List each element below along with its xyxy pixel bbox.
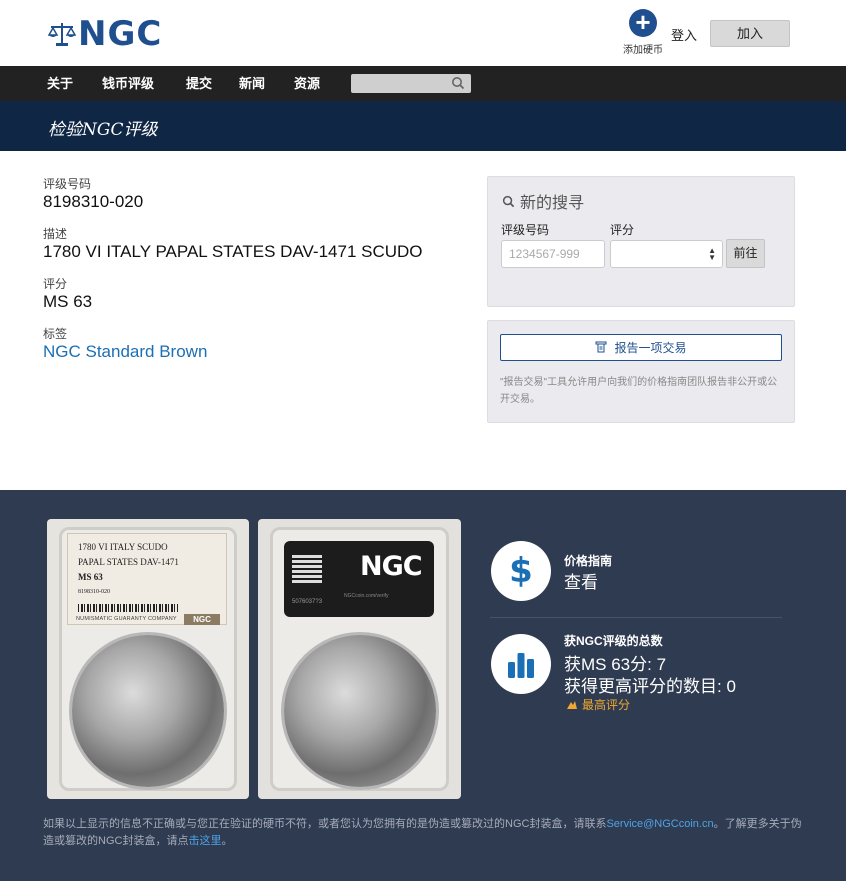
login-link[interactable]: 登入 [671, 25, 697, 44]
dollar-icon: $ [491, 541, 551, 601]
price-guide-link[interactable]: 查看 [564, 568, 598, 593]
ngc-logo[interactable]: NGC [48, 14, 162, 54]
slab-back-label: NGC NGCcoin.com/verify 5076037?3 [284, 541, 434, 617]
slab-label-cert: 8198310-020 [78, 589, 110, 595]
service-email-link[interactable]: Service@NGCcoin.cn [606, 818, 713, 830]
plus-icon: + [629, 9, 657, 37]
add-coin-label: 添加硬币 [623, 45, 663, 56]
site-header: NGC + 添加硬币 登入 加入 [0, 0, 846, 66]
holder-label: 标签 [43, 327, 68, 341]
go-button[interactable]: 前往 [726, 239, 765, 268]
description-value: 1780 VI ITALY PAPAL STATES DAV-1471 SCUD… [43, 242, 423, 261]
new-search-heading: 新的搜寻 [502, 189, 584, 213]
page-banner: 检验NGC评级 [0, 101, 846, 151]
new-search-title: 新的搜寻 [520, 195, 585, 212]
slab-label-grade: MS 63 [78, 572, 103, 582]
barcode-icon [78, 604, 178, 612]
census-higher: 获得更高评分的数目: 0 [564, 677, 736, 696]
top-pop-link[interactable]: 最高评分 [566, 696, 630, 713]
slab-ngc-logo: NGC [184, 614, 220, 625]
slab-front-image[interactable]: 1780 VI ITALY SCUDO PAPAL STATES DAV-147… [47, 519, 249, 799]
top-pop-label: 最高评分 [582, 698, 631, 712]
bar-chart-icon [491, 634, 551, 694]
disclaimer-text-1: 如果以上显示的信息不正确或与您正在验证的硬币不符，或者您认为您拥有的是伪造或篡改… [43, 818, 607, 830]
scales-icon [48, 23, 76, 46]
disclaimer-text-3: 。 [221, 835, 233, 847]
nav-item-resources[interactable]: 资源 [294, 66, 320, 101]
slab-back-number: 5076037?3 [292, 599, 323, 605]
grade-value: MS 63 [43, 292, 93, 311]
grade-label: 评分 [43, 277, 68, 291]
nav-item-coin-grading[interactable]: 钱币评级 [102, 66, 154, 101]
logo-text: NGC [78, 14, 163, 54]
nav-search-input[interactable] [351, 74, 471, 93]
report-panel: 报告一项交易 "报告交易"工具允许用户向我们的价格指南团队报告非公开或公开交易。 [487, 320, 795, 423]
census-title: 获NGC评级的总数 [564, 634, 663, 648]
join-button[interactable]: 加入 [710, 20, 790, 47]
coin-image-section: 1780 VI ITALY SCUDO PAPAL STATES DAV-147… [0, 490, 846, 881]
slab-company: NUMISMATIC GUARANTY COMPANY [76, 616, 177, 622]
receipt-icon [595, 341, 607, 353]
report-note: "报告交易"工具允许用户向我们的价格指南团队报告非公开或公开交易。 [500, 377, 778, 405]
nav-item-submit[interactable]: 提交 [186, 66, 212, 101]
nav-item-about[interactable]: 关于 [47, 66, 73, 101]
add-coin-button[interactable]: + 添加硬币 [622, 9, 664, 57]
grade-select[interactable]: ▲ ▼ [610, 240, 723, 268]
report-transaction-button[interactable]: 报告一项交易 [500, 334, 782, 361]
coin-obverse [72, 635, 224, 787]
slab-label-line2: PAPAL STATES DAV-1471 [78, 557, 179, 567]
slab-label: 1780 VI ITALY SCUDO PAPAL STATES DAV-147… [67, 533, 227, 625]
price-guide-title: 价格指南 [564, 554, 613, 568]
search-icon[interactable] [451, 76, 465, 90]
slab-back-image[interactable]: NGC NGCcoin.com/verify 5076037?3 [258, 519, 461, 799]
cert-number-input[interactable]: 1234567-999 [501, 240, 605, 268]
cert-label: 评级号码 [43, 177, 92, 191]
trophy-icon [567, 701, 577, 709]
main-nav: 关于 钱币评级 提交 新闻 资源 [0, 66, 846, 101]
disclaimer-text: 如果以上显示的信息不正确或与您正在验证的硬币不符，或者您认为您拥有的是伪造或篡改… [43, 816, 803, 850]
click-here-link[interactable]: 击这里 [188, 835, 221, 847]
slab-back-url: NGCcoin.com/verify [344, 593, 389, 599]
page-title: 检验NGC评级 [48, 120, 158, 140]
qr-code-icon [292, 553, 322, 583]
search-cert-label: 评级号码 [501, 223, 550, 237]
report-button-label: 报告一项交易 [614, 341, 687, 355]
coin-details: 评级号码 8198310-020 描述 1780 VI ITALY PAPAL … [43, 175, 463, 375]
search-icon [502, 195, 515, 207]
slab-back-logo: NGC [360, 551, 423, 582]
divider [490, 617, 782, 618]
cert-value: 8198310-020 [43, 192, 144, 211]
new-search-panel: 新的搜寻 评级号码 评分 1234567-999 ▲ ▼ 前往 [487, 176, 795, 307]
select-arrows-icon: ▲ ▼ [708, 246, 716, 262]
holder-link[interactable]: NGC Standard Brown [43, 342, 463, 362]
slab-label-line1: 1780 VI ITALY SCUDO [78, 542, 168, 552]
description-label: 描述 [43, 227, 68, 241]
search-grade-label: 评分 [610, 223, 635, 237]
nav-item-news[interactable]: 新闻 [239, 66, 265, 101]
coin-reverse [284, 635, 436, 787]
